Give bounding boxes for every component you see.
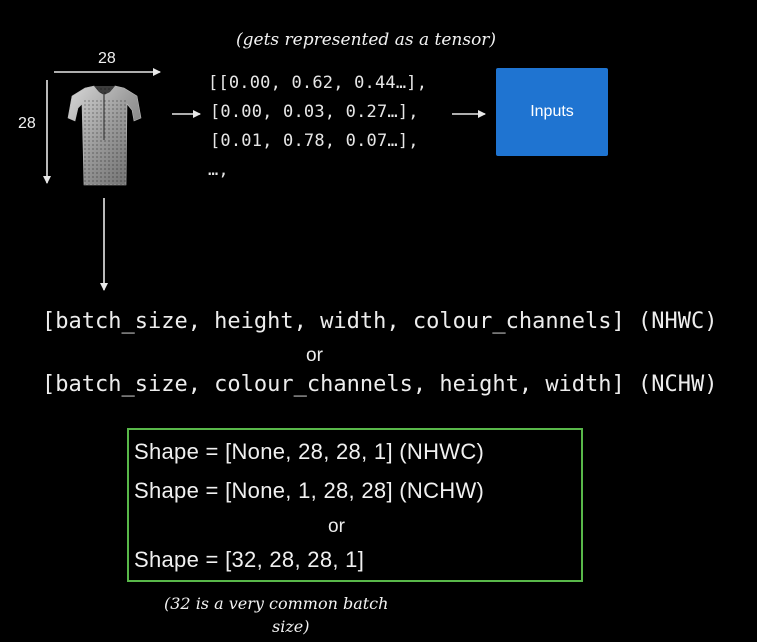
shape-or: or xyxy=(328,516,345,537)
shape-line-batch: Shape = [32, 28, 28, 1] xyxy=(134,547,365,572)
batch-annotation-line2: size) xyxy=(272,617,310,636)
tensor-row: [0.01, 0.78, 0.07…], xyxy=(210,131,419,151)
format-nchw: [batch_size, colour_channels, height, wi… xyxy=(42,372,718,397)
width-label: 28 xyxy=(98,50,116,67)
diagram-canvas: (gets represented as a tensor) 28 28 [[0… xyxy=(0,0,757,642)
tensor-row: …, xyxy=(208,160,229,180)
shirt-image xyxy=(67,85,142,186)
tensor-row: [0.00, 0.03, 0.27…], xyxy=(210,102,419,122)
format-or: or xyxy=(306,345,323,366)
tensor-annotation: (gets represented as a tensor) xyxy=(236,30,497,50)
batch-annotation-line1: (32 is a very common batch xyxy=(164,594,389,613)
inputs-label: Inputs xyxy=(530,103,574,120)
height-label: 28 xyxy=(18,115,36,132)
tensor-row: [[0.00, 0.62, 0.44…], xyxy=(208,73,428,93)
shape-line-nchw: Shape = [None, 1, 28, 28] (NCHW) xyxy=(134,478,485,503)
inputs-box: Inputs xyxy=(496,68,608,156)
format-nhwc: [batch_size, height, width, colour_chann… xyxy=(42,309,718,334)
shape-line-nhwc: Shape = [None, 28, 28, 1] (NHWC) xyxy=(134,439,485,464)
